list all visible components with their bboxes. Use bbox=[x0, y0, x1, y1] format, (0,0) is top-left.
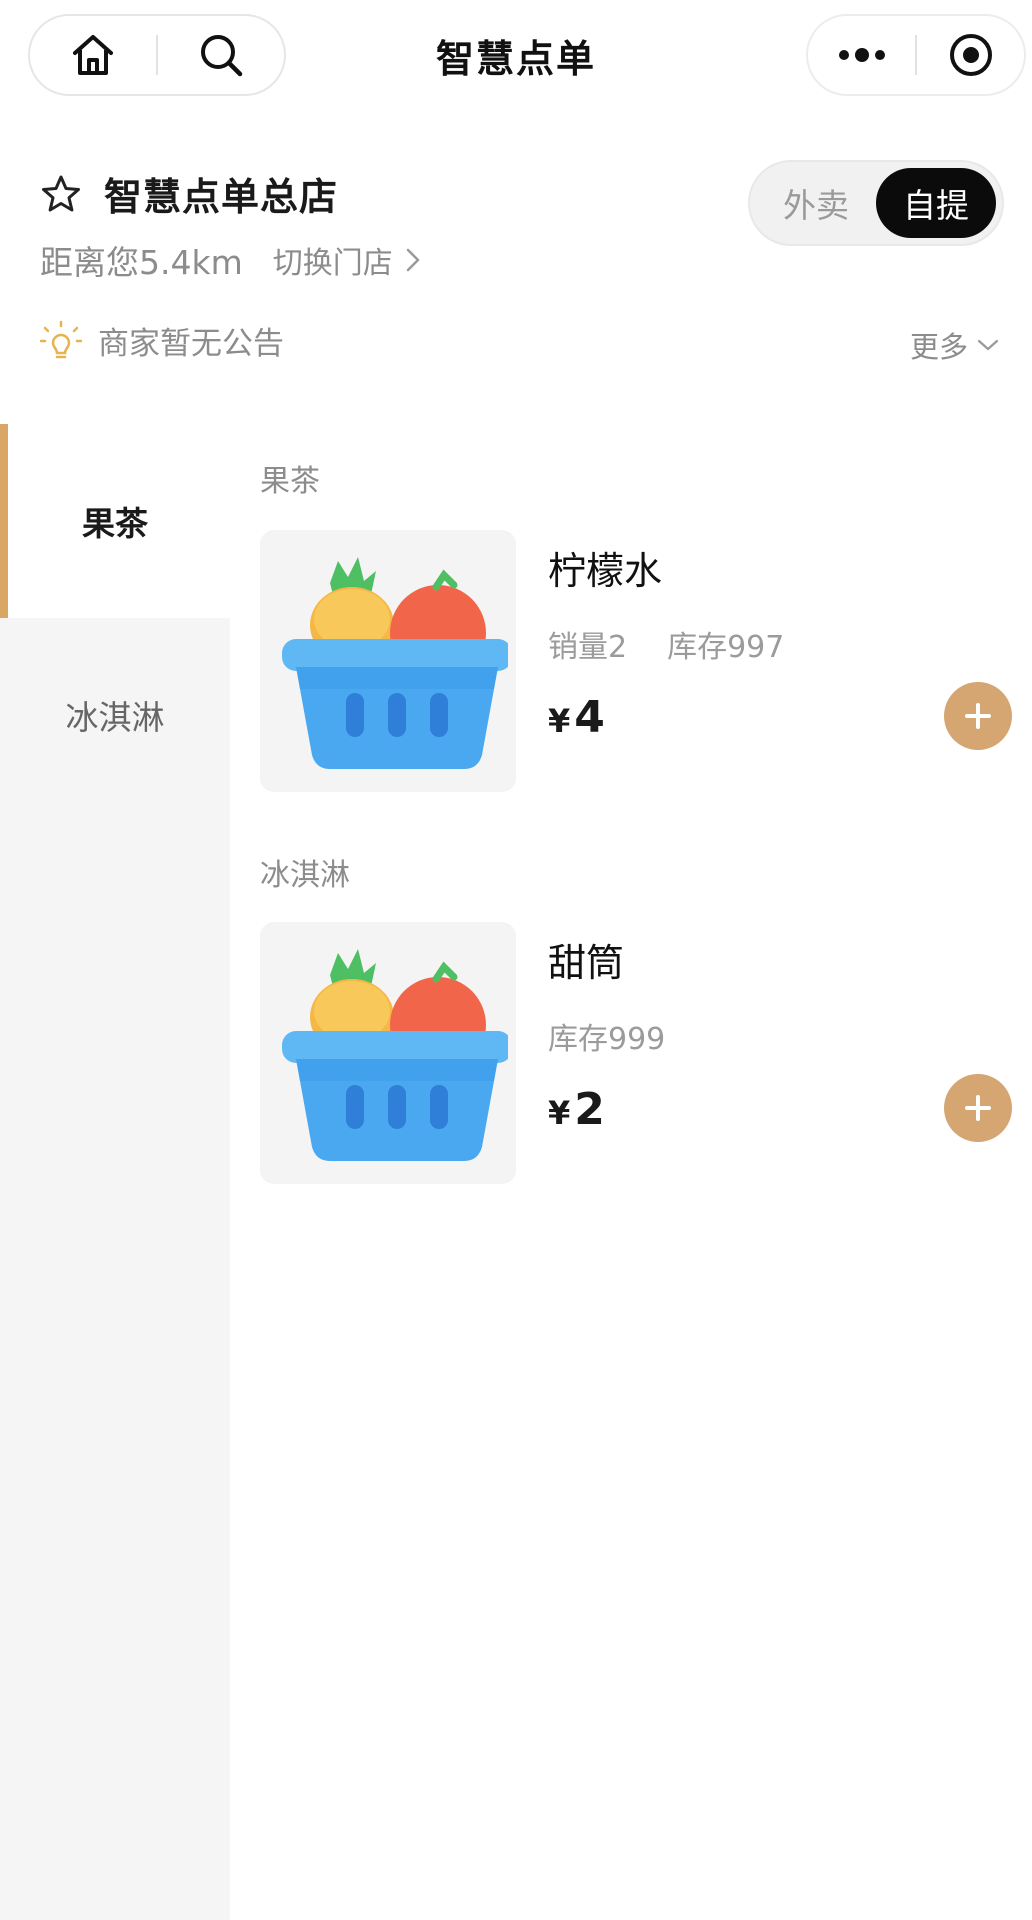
product-stats: 库存999 bbox=[548, 1014, 665, 1058]
fruit-basket-icon bbox=[282, 949, 508, 1161]
delivery-mode-toggle: 外卖 自提 bbox=[748, 160, 1004, 246]
switch-store-label: 切换门店 bbox=[272, 246, 393, 281]
mode-option-pickup[interactable]: 自提 bbox=[876, 168, 996, 238]
fruit-basket-icon bbox=[282, 557, 508, 769]
product-image bbox=[260, 530, 516, 792]
store-distance-row: 距离您5.4km 切换门店 bbox=[40, 236, 421, 284]
product-image bbox=[260, 922, 516, 1184]
notice-text: 商家暂无公告 bbox=[98, 326, 284, 362]
store-name: 智慧点单总店 bbox=[104, 175, 339, 219]
section-title-ice-cream: 冰淇淋 bbox=[260, 858, 350, 893]
more-dots-icon bbox=[838, 48, 885, 62]
price-currency: ¥ bbox=[548, 1094, 571, 1132]
plus-icon bbox=[965, 703, 991, 729]
close-mini-program-button[interactable] bbox=[917, 16, 1024, 94]
more-menu-button[interactable] bbox=[808, 16, 915, 94]
price-value: 4 bbox=[574, 692, 605, 743]
product-name: 甜筒 bbox=[548, 941, 625, 985]
store-distance: 距离您5.4km bbox=[40, 243, 243, 282]
notice-more-label: 更多 bbox=[909, 330, 968, 364]
category-label: 冰淇淋 bbox=[65, 698, 165, 737]
section-title-fruit-tea: 果茶 bbox=[260, 464, 320, 499]
category-sidebar: 果茶 冰淇淋 bbox=[0, 424, 230, 1920]
product-stock: 库存997 bbox=[667, 630, 785, 665]
notice-bar: 商家暂无公告 更多 bbox=[40, 318, 1000, 366]
product-sales: 销量2 bbox=[548, 630, 628, 665]
store-header: 智慧点单总店 bbox=[40, 166, 338, 221]
notice-more-button[interactable]: 更多 bbox=[910, 324, 1000, 366]
product-card[interactable]: 柠檬水 销量2 库存997 ¥ 4 bbox=[260, 530, 1012, 794]
add-to-cart-button[interactable] bbox=[944, 682, 1012, 750]
plus-icon bbox=[965, 1095, 991, 1121]
mode-option-delivery[interactable]: 外卖 bbox=[756, 168, 876, 238]
chevron-right-icon bbox=[406, 248, 419, 272]
nav-capsule-right bbox=[806, 14, 1026, 96]
product-stats: 销量2 库存997 bbox=[548, 622, 784, 666]
add-to-cart-button[interactable] bbox=[944, 1074, 1012, 1142]
close-target-icon bbox=[949, 34, 992, 76]
lightbulb-icon bbox=[40, 320, 82, 358]
product-stock: 库存999 bbox=[548, 1022, 666, 1057]
category-item-fruit-tea[interactable]: 果茶 bbox=[0, 424, 230, 618]
product-name: 柠檬水 bbox=[548, 549, 663, 593]
chevron-down-icon bbox=[977, 339, 999, 351]
product-card[interactable]: 甜筒 库存999 ¥ 2 bbox=[260, 922, 1012, 1186]
price-currency: ¥ bbox=[548, 702, 571, 740]
category-item-ice-cream[interactable]: 冰淇淋 bbox=[0, 618, 230, 812]
switch-store-link[interactable]: 切换门店 bbox=[273, 238, 421, 282]
product-price: ¥ 4 bbox=[548, 692, 605, 743]
category-label: 果茶 bbox=[82, 504, 148, 543]
price-value: 2 bbox=[574, 1084, 605, 1135]
star-icon[interactable] bbox=[40, 173, 82, 215]
top-nav-bar: 智慧点单 bbox=[0, 0, 1032, 110]
product-price: ¥ 2 bbox=[548, 1084, 605, 1135]
